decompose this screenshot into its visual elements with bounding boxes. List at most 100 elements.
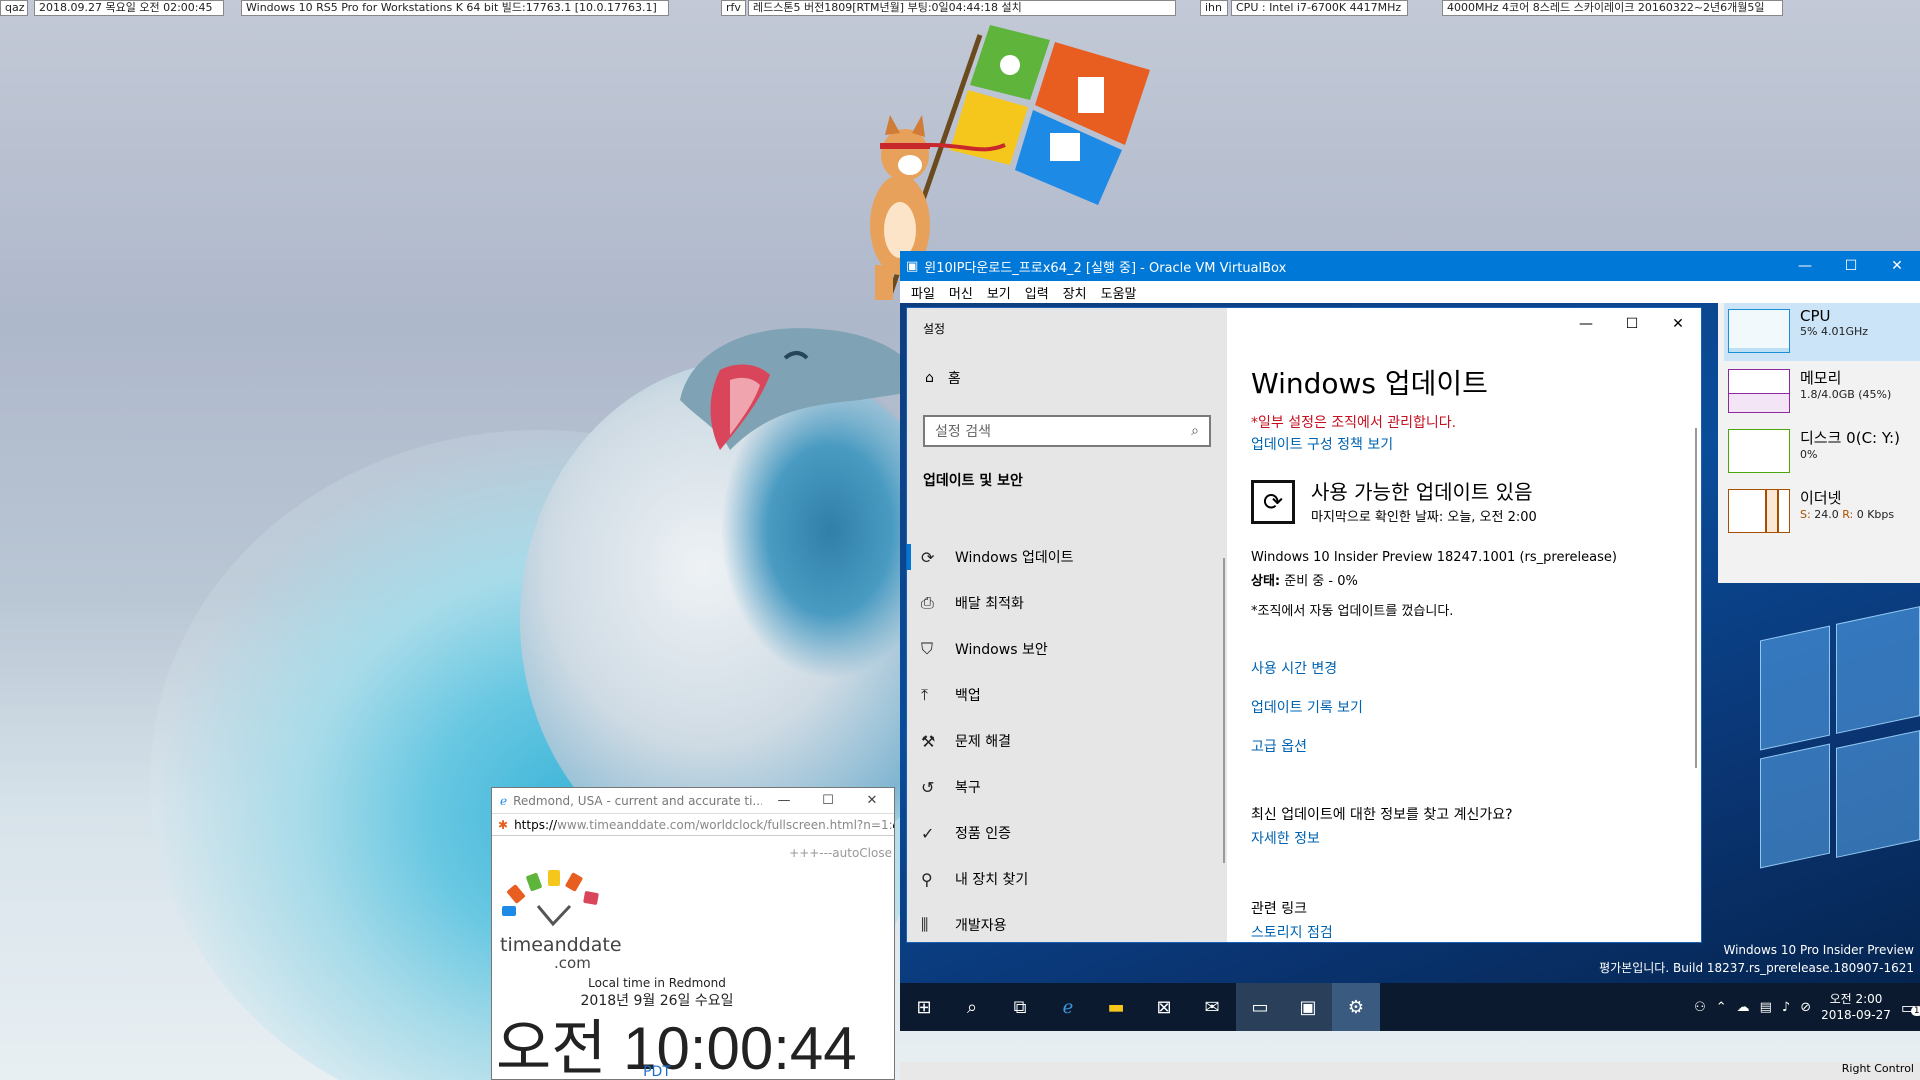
nav-item-developer[interactable]: ⫼ 개발자용 xyxy=(907,902,1227,942)
task-view-icon[interactable]: ⧉ xyxy=(996,983,1044,1031)
windows-start-icon[interactable]: ⊞ xyxy=(900,983,948,1031)
perf-value: 5% 4.01GHz xyxy=(1800,325,1869,338)
ethernet-graph xyxy=(1728,489,1790,533)
more-info-link[interactable]: 자세한 정보 xyxy=(1251,828,1320,848)
advanced-options-link[interactable]: 고급 옵션 xyxy=(1251,736,1307,756)
timezone-label: PDT xyxy=(643,1064,671,1080)
nav-scrollbar[interactable] xyxy=(1223,558,1225,863)
status-value: 준비 중 - 0% xyxy=(1280,574,1358,589)
policy-link[interactable]: 업데이트 구성 정책 보기 xyxy=(1251,434,1393,454)
info-question: 최신 업데이트에 대한 정보를 찾고 계신가요? xyxy=(1251,807,1513,823)
active-hours-link[interactable]: 사용 시간 변경 xyxy=(1251,658,1337,678)
network-icon[interactable]: ▤ xyxy=(1760,1000,1772,1015)
org-note: *조직에서 자동 업데이트를 껐습니다. xyxy=(1251,604,1454,619)
maximize-icon[interactable]: ☐ xyxy=(1609,308,1655,340)
nav-item-label: 개발자용 xyxy=(955,918,1007,934)
nav-item-activation[interactable]: ✓ 정품 인증 xyxy=(907,810,1227,856)
perf-item-memory[interactable]: 메모리 1.8/4.0GB (45%) xyxy=(1724,363,1920,421)
main-scrollbar[interactable] xyxy=(1695,428,1697,768)
nav-item-security[interactable]: ⛉ Windows 보안 xyxy=(907,626,1227,672)
nav-home[interactable]: ⌂ 홈 xyxy=(925,368,961,388)
developer-icon: ⫼ xyxy=(921,915,929,934)
close-icon[interactable]: ✕ xyxy=(850,793,894,808)
perf-item-disk[interactable]: 디스크 0(C: Y:) 0% xyxy=(1724,423,1920,481)
menu-devices[interactable]: 장치 xyxy=(1056,283,1094,302)
menu-file[interactable]: 파일 xyxy=(904,283,942,302)
receive-value: 0 Kbps xyxy=(1853,508,1895,521)
nav-item-label: 정품 인증 xyxy=(955,826,1011,842)
info-cpu: CPU : Intel i7-6700K 4417MHz xyxy=(1231,0,1408,16)
settings-search-input[interactable]: 설정 검색 ⌕ xyxy=(923,415,1211,447)
minimize-icon[interactable]: — xyxy=(1782,258,1828,274)
perf-name: 이더넷 xyxy=(1800,489,1842,507)
clock-time: 오전 2:00 xyxy=(1829,992,1883,1006)
logo-com: .com xyxy=(554,954,591,972)
perf-value: S: 24.0 R: 0 Kbps xyxy=(1800,508,1894,521)
taskbar-clock[interactable]: 오전 2:00 2018-09-27 xyxy=(1821,991,1891,1023)
blocked-icon[interactable]: ⊘ xyxy=(1800,1000,1811,1015)
menu-help[interactable]: 도움말 xyxy=(1094,283,1144,302)
update-history-link[interactable]: 업데이트 기록 보기 xyxy=(1251,697,1363,717)
nav-item-windows-update[interactable]: ⟳ Windows 업데이트 xyxy=(907,534,1227,580)
menu-machine[interactable]: 머신 xyxy=(942,283,980,302)
menu-view[interactable]: 보기 xyxy=(980,283,1018,302)
notification-icon[interactable]: ▭ 1 xyxy=(1901,998,1920,1017)
nav-home-label: 홈 xyxy=(947,371,961,387)
autoclose-label[interactable]: +++---autoClose xyxy=(789,846,892,860)
people-icon[interactable]: ⚇ xyxy=(1694,1000,1706,1015)
minimize-icon[interactable]: — xyxy=(1563,308,1609,340)
nav-item-label: 백업 xyxy=(955,688,981,704)
address-bar[interactable]: ✱ https://www.timeanddate.com/worldclock… xyxy=(492,814,894,836)
browser-titlebar[interactable]: ℯ Redmond, USA - current and accurate ti… xyxy=(492,788,894,814)
nav-item-troubleshoot[interactable]: ⚒ 문제 해결 xyxy=(907,718,1227,764)
browser-window: ℯ Redmond, USA - current and accurate ti… xyxy=(491,787,895,1080)
receive-label: R: xyxy=(1842,508,1854,521)
nav-item-find-device[interactable]: ⚲ 내 장치 찾기 xyxy=(907,856,1227,902)
virtualbox-window: ▣ 윈10IP다운로드_프로x64_2 [실행 중] - Oracle VM V… xyxy=(900,251,1920,1031)
chevron-up-icon[interactable]: ⌃ xyxy=(1716,1000,1727,1015)
terminal-icon[interactable]: ▭ xyxy=(1236,983,1284,1031)
volume-icon[interactable]: ♪ xyxy=(1782,1000,1790,1015)
clock-date: 2018-09-27 xyxy=(1821,1008,1891,1022)
maximize-icon[interactable]: ☐ xyxy=(1828,258,1874,274)
performance-panel: CPU 5% 4.01GHz 메모리 1.8/4.0GB (45%) 디스크 0… xyxy=(1718,303,1920,583)
perf-name: 디스크 0(C: Y:) xyxy=(1800,429,1900,447)
menu-input[interactable]: 입력 xyxy=(1018,283,1056,302)
file-explorer-icon[interactable]: ▬ xyxy=(1092,983,1140,1031)
storage-check-link[interactable]: 스토리지 점검 xyxy=(1251,922,1333,942)
store-icon[interactable]: ⊠ xyxy=(1140,983,1188,1031)
managed-warning: *일부 설정은 조직에서 관리합니다. xyxy=(1251,415,1457,431)
nav-item-backup[interactable]: ⤒ 백업 xyxy=(907,672,1227,718)
close-icon[interactable]: ✕ xyxy=(1655,308,1701,340)
mail-icon[interactable]: ✉ xyxy=(1188,983,1236,1031)
settings-gear-icon[interactable]: ⚙ xyxy=(1332,983,1380,1031)
memory-graph-fill xyxy=(1729,393,1789,412)
onedrive-icon[interactable]: ☁ xyxy=(1737,1000,1750,1015)
browser-title: Redmond, USA - current and accurate ti..… xyxy=(513,793,762,808)
update-status: 상태: 준비 중 - 0% xyxy=(1251,570,1358,589)
system-tray: ⚇ ⌃ ☁ ▤ ♪ ⊘ 오전 2:00 2018-09-27 ▭ 1 xyxy=(1694,983,1920,1031)
virtualbox-app-icon: ▣ xyxy=(906,258,919,274)
search-icon[interactable]: ⌕ xyxy=(948,983,996,1031)
history-icon: ↺ xyxy=(921,777,935,797)
local-time-label: Local time in Redmond xyxy=(588,976,726,990)
settings-section-title: 업데이트 및 보안 xyxy=(923,473,1023,489)
minimize-icon[interactable]: — xyxy=(762,793,806,808)
page-title: Windows 업데이트 xyxy=(1251,367,1488,400)
disk-graph xyxy=(1728,429,1790,473)
virtualbox-menubar: 파일 머신 보기 입력 장치 도움말 xyxy=(900,281,1920,303)
lock-icon: 🔒︎ xyxy=(893,817,894,832)
close-icon[interactable]: ✕ xyxy=(1874,258,1920,274)
perf-item-cpu[interactable]: CPU 5% 4.01GHz xyxy=(1724,303,1920,361)
logo-text: timeanddate xyxy=(500,934,622,956)
nav-item-recovery[interactable]: ↺ 복구 xyxy=(907,764,1227,810)
watermark-line2: 평가본입니다. Build 18237.rs_prerelease.180907… xyxy=(1599,961,1914,975)
check-circle-icon: ✓ xyxy=(921,823,935,843)
virtualbox-titlebar[interactable]: ▣ 윈10IP다운로드_프로x64_2 [실행 중] - Oracle VM V… xyxy=(900,251,1920,281)
virtualbox-icon[interactable]: ▣ xyxy=(1284,983,1332,1031)
maximize-icon[interactable]: ☐ xyxy=(806,793,850,808)
edge-icon[interactable]: ℯ xyxy=(1044,983,1092,1031)
perf-item-ethernet[interactable]: 이더넷 S: 24.0 R: 0 Kbps xyxy=(1724,483,1920,541)
nav-item-delivery[interactable]: ⎙ 배달 최적화 xyxy=(907,580,1227,626)
delivery-icon: ⎙ xyxy=(921,593,934,612)
